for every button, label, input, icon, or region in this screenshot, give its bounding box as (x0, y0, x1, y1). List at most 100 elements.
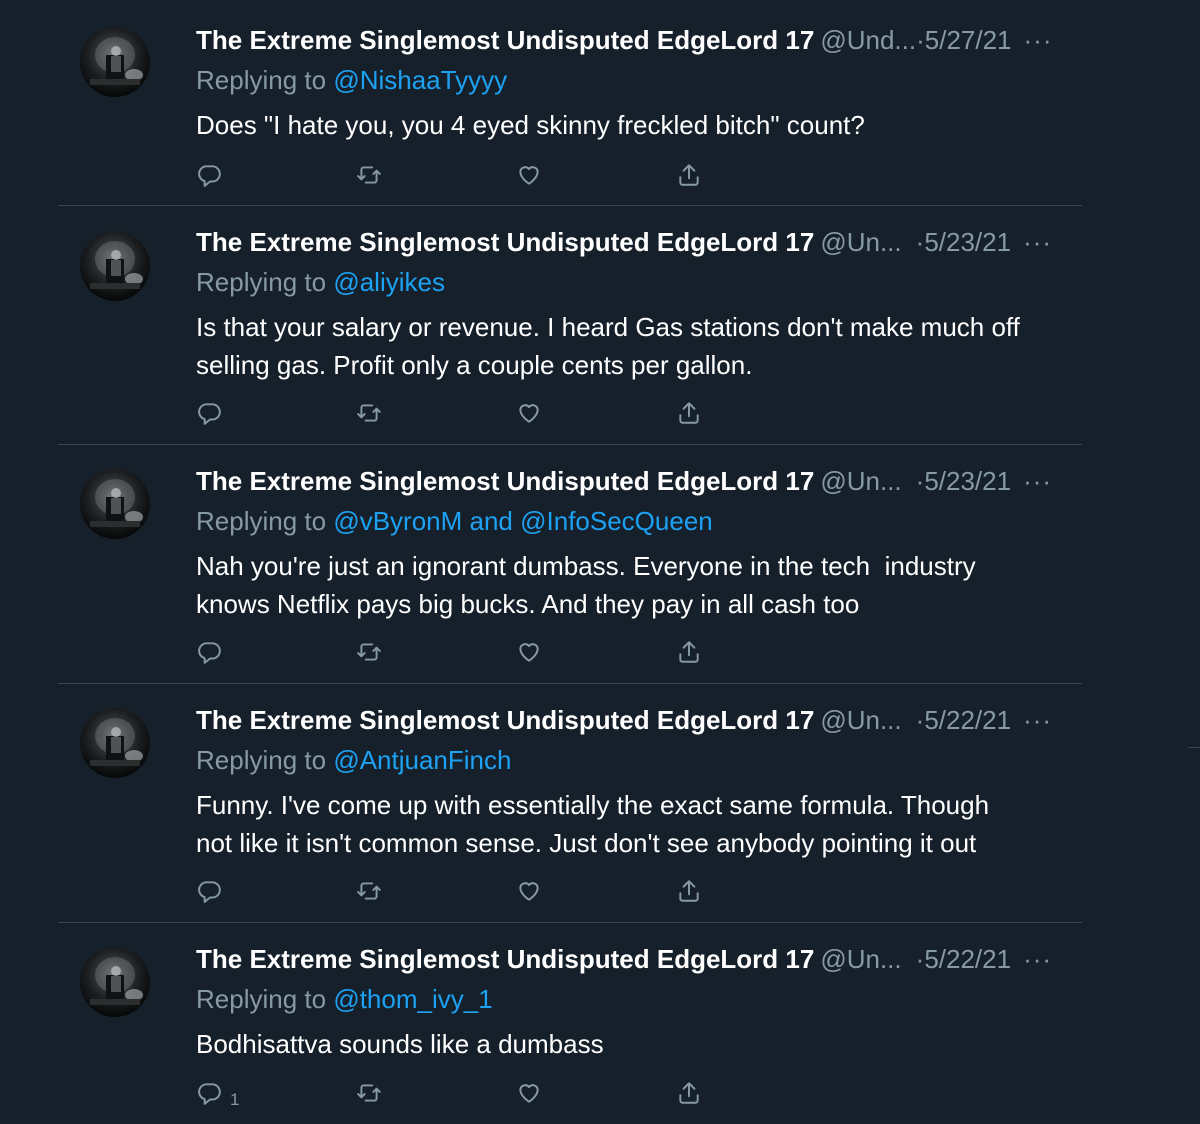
replying-to-label: Replying to (196, 65, 334, 95)
separator-dot: · (916, 25, 925, 55)
separator-dot: · (915, 705, 925, 735)
reply-button[interactable] (196, 632, 230, 672)
more-options-icon[interactable]: ··· (1023, 222, 1052, 262)
like-button[interactable] (516, 632, 542, 672)
tweet-actions (58, 871, 1082, 911)
tweet-feed: The Extreme Singlemost Undisputed EdgeLo… (58, 0, 1082, 1124)
user-handle[interactable]: @Un... (820, 939, 901, 979)
avatar[interactable] (80, 27, 150, 97)
tweet-actions (58, 393, 1082, 433)
replying-to-label: Replying to (196, 745, 334, 775)
mention-link[interactable]: @vByronM and @InfoSecQueen (333, 506, 712, 536)
tweet-header: The Extreme Singlemost Undisputed EdgeLo… (196, 939, 1082, 979)
tweet-text: Bodhisattva sounds like a dumbass (196, 1029, 604, 1059)
share-button[interactable] (676, 393, 702, 433)
avatar-figure-icon (90, 718, 143, 766)
retweet-button[interactable] (356, 1073, 382, 1113)
tweet-header: The Extreme Singlemost Undisputed EdgeLo… (196, 700, 1082, 740)
display-name[interactable]: The Extreme Singlemost Undisputed EdgeLo… (196, 700, 814, 740)
tweet-date[interactable]: 5/27/21 (925, 20, 1012, 60)
reply-button[interactable] (196, 871, 230, 911)
avatar[interactable] (80, 947, 150, 1017)
tweet-header: The Extreme Singlemost Undisputed EdgeLo… (196, 20, 1082, 60)
tweet-text: Is that your salary or revenue. I heard … (196, 312, 1020, 380)
reply-button[interactable] (196, 393, 230, 433)
avatar[interactable] (80, 469, 150, 539)
like-icon (519, 643, 539, 662)
replying-to: Replying to @AntjuanFinch (196, 740, 1082, 780)
reply-icon (198, 1083, 221, 1105)
retweet-button[interactable] (356, 155, 382, 195)
reply-icon (198, 165, 221, 187)
display-name[interactable]: The Extreme Singlemost Undisputed EdgeLo… (196, 939, 814, 979)
tweet-date[interactable]: 5/23/21 (924, 222, 1011, 262)
tweet-header: The Extreme Singlemost Undisputed EdgeLo… (196, 222, 1082, 262)
tweet-date[interactable]: 5/22/21 (924, 939, 1011, 979)
tweet-header: The Extreme Singlemost Undisputed EdgeLo… (196, 461, 1082, 501)
like-button[interactable] (516, 393, 542, 433)
avatar[interactable] (80, 231, 150, 301)
display-name[interactable]: The Extreme Singlemost Undisputed EdgeLo… (196, 222, 814, 262)
display-name[interactable]: The Extreme Singlemost Undisputed EdgeLo… (196, 20, 814, 60)
more-options-icon[interactable]: ··· (1023, 700, 1052, 740)
avatar-figure-icon (90, 957, 143, 1005)
tweet-date[interactable]: 5/22/21 (924, 700, 1011, 740)
tweet-text: Funny. I've come up with essentially the… (196, 790, 990, 858)
like-button[interactable] (516, 1073, 542, 1113)
user-handle[interactable]: @Un... (820, 461, 901, 501)
share-icon (679, 402, 699, 424)
share-button[interactable] (676, 155, 702, 195)
reply-button[interactable] (196, 155, 230, 195)
reply-icon (198, 642, 221, 664)
mention-link[interactable]: @NishaaTyyyy (333, 65, 507, 95)
separator-dot: · (915, 944, 925, 974)
retweet-button[interactable] (356, 871, 382, 911)
scrollbar-edge[interactable] (1188, 747, 1200, 748)
tweet-text: Nah you're just an ignorant dumbass. Eve… (196, 551, 976, 619)
more-options-icon[interactable]: ··· (1023, 461, 1052, 501)
separator-dot: · (915, 227, 925, 257)
mention-link[interactable]: @aliyikes (333, 267, 445, 297)
share-icon (679, 641, 699, 663)
retweet-icon (357, 1084, 381, 1102)
share-icon (679, 1082, 699, 1104)
retweet-icon (357, 166, 381, 184)
share-button[interactable] (676, 632, 702, 672)
separator-dot: · (915, 466, 925, 496)
mention-link[interactable]: @AntjuanFinch (333, 745, 511, 775)
tweet-actions (58, 155, 1082, 195)
share-button[interactable] (676, 1073, 702, 1113)
user-handle[interactable]: @Un... (820, 700, 901, 740)
retweet-button[interactable] (356, 393, 382, 433)
mention-link[interactable]: @thom_ivy_1 (333, 984, 492, 1014)
more-options-icon[interactable]: ··· (1024, 20, 1053, 60)
like-button[interactable] (516, 871, 542, 911)
user-handle[interactable]: @Un... (820, 222, 901, 262)
display-name[interactable]: The Extreme Singlemost Undisputed EdgeLo… (196, 461, 814, 501)
avatar-figure-icon (90, 37, 143, 85)
retweet-button[interactable] (356, 632, 382, 672)
tweet[interactable]: The Extreme Singlemost Undisputed EdgeLo… (58, 923, 1082, 1124)
like-button[interactable] (516, 155, 542, 195)
tweet[interactable]: The Extreme Singlemost Undisputed EdgeLo… (58, 0, 1082, 206)
tweet-text: Does "I hate you, you 4 eyed skinny frec… (196, 110, 865, 140)
tweet-date[interactable]: 5/23/21 (924, 461, 1011, 501)
tweet[interactable]: The Extreme Singlemost Undisputed EdgeLo… (58, 684, 1082, 923)
more-options-icon[interactable]: ··· (1023, 939, 1052, 979)
avatar-figure-icon (90, 241, 143, 289)
tweet-actions (58, 632, 1082, 672)
like-icon (519, 404, 539, 423)
replying-to: Replying to @aliyikes (196, 262, 1082, 302)
retweet-icon (357, 404, 381, 422)
share-button[interactable] (676, 871, 702, 911)
like-icon (519, 882, 539, 901)
tweet[interactable]: The Extreme Singlemost Undisputed EdgeLo… (58, 206, 1082, 445)
reply-button[interactable]: 1 (196, 1073, 239, 1113)
user-handle[interactable]: @Und... (820, 20, 916, 60)
retweet-icon (357, 882, 381, 900)
replying-to: Replying to @vByronM and @InfoSecQueen (196, 501, 1082, 541)
avatar[interactable] (80, 708, 150, 778)
reply-icon (198, 881, 221, 903)
tweet[interactable]: The Extreme Singlemost Undisputed EdgeLo… (58, 445, 1082, 684)
reply-icon (198, 403, 221, 425)
